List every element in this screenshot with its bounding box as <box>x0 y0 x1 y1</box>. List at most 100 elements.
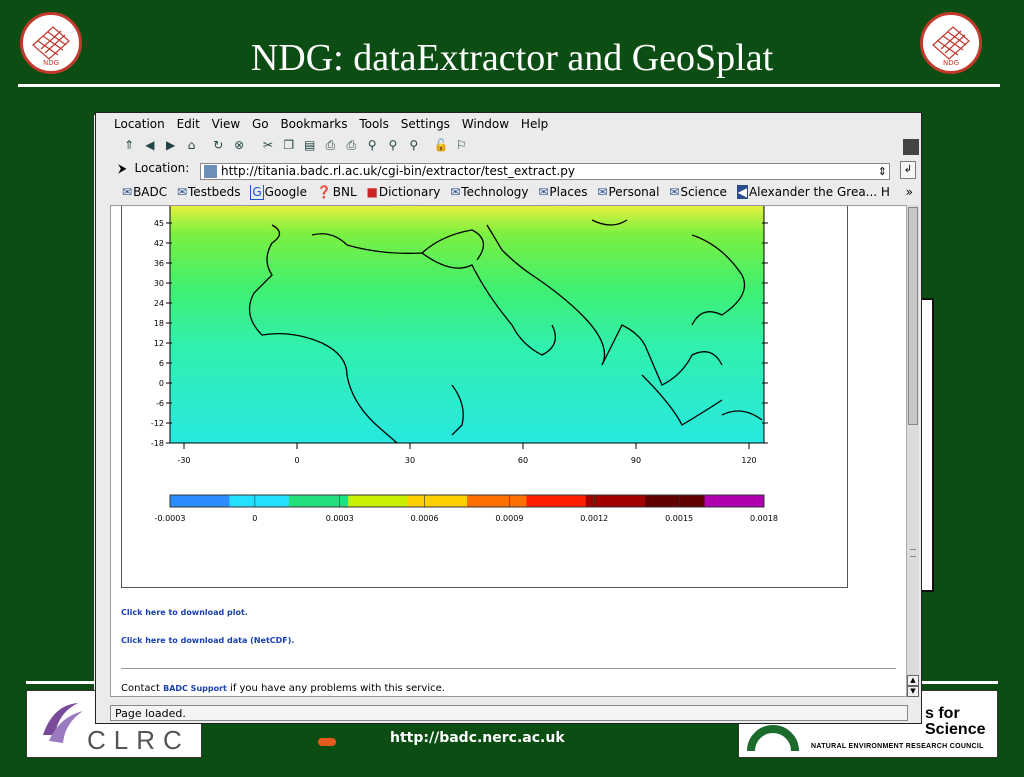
lon-tick-label: -30 <box>177 456 190 465</box>
colorbar-label: 0.0006 <box>411 514 439 523</box>
lon-tick-label: 0 <box>294 456 299 465</box>
bookmark-badc[interactable]: ✉BADC <box>122 185 167 199</box>
lat-tick-label: 36 <box>154 259 164 268</box>
lat-tick-label: 24 <box>154 299 164 308</box>
colorbar-segment <box>645 495 706 507</box>
colorbar-segment <box>348 495 409 507</box>
plot-frame: 45 42 36 30 24 18 12 6 0 -6 -12 -18 -30 0 30 60 90 120 -… <box>121 206 848 588</box>
up-icon[interactable]: ⇑ <box>122 138 136 152</box>
slide-title: NDG: dataExtractor and GeoSplat <box>250 37 774 79</box>
page-icon <box>204 165 217 178</box>
colorbar-segment <box>229 495 290 507</box>
download-data-link[interactable]: Click here to download data (NetCDF). <box>121 636 294 645</box>
footer-url: http://badc.nerc.ac.uk <box>390 730 565 746</box>
nerc-logo-arc-icon <box>747 725 799 751</box>
forward-icon[interactable]: ▶ <box>164 138 178 152</box>
lat-tick-label: 45 <box>154 219 164 228</box>
menu-bookmarks[interactable]: Bookmarks <box>280 117 347 131</box>
back-icon[interactable]: ◀ <box>143 138 157 152</box>
zoom-out-icon[interactable]: ⚲ <box>407 138 421 152</box>
cut-icon[interactable]: ✂ <box>261 138 275 152</box>
status-text: Page loaded. <box>115 707 186 720</box>
page-content: 45 42 36 30 24 18 12 6 0 -6 -12 -18 -30 0 30 60 90 120 -… <box>110 205 908 697</box>
colorbar-label: 0 <box>252 514 257 523</box>
scroll-down-button[interactable]: ▼ <box>907 686 919 697</box>
location-bar: ⮞ Location: http://titania.badc.rl.ac.uk… <box>118 161 921 183</box>
lat-tick-label: 30 <box>154 279 164 288</box>
background-window <box>920 298 934 592</box>
scroll-grip-icon <box>910 549 916 557</box>
lat-tick-label: -18 <box>151 439 164 448</box>
colorbar-segment <box>526 495 587 507</box>
bookmark-science[interactable]: ✉Science <box>669 185 727 199</box>
location-toggle-icon[interactable]: ⮞ <box>118 161 127 175</box>
scrollbar-thumb[interactable] <box>908 207 918 425</box>
colorbar-label: -0.0003 <box>155 514 186 523</box>
bookmark-technology[interactable]: ✉Technology <box>450 185 528 199</box>
colorbar-segment <box>585 495 646 507</box>
menu-help[interactable]: Help <box>521 117 548 131</box>
url-text: http://titania.badc.rl.ac.uk/cgi-bin/ext… <box>221 164 575 178</box>
browser-window: Location Edit View Go Bookmarks Tools Se… <box>95 112 922 724</box>
menu-view[interactable]: View <box>212 117 240 131</box>
find-icon[interactable]: ⚐ <box>454 138 468 152</box>
bookmark-testbeds[interactable]: ✉Testbeds <box>177 185 241 199</box>
colorbar-label: 0.0009 <box>495 514 523 523</box>
lat-tick-label: 0 <box>159 379 164 388</box>
menu-bar: Location Edit View Go Bookmarks Tools Se… <box>114 117 921 135</box>
reload-icon[interactable]: ↻ <box>211 138 225 152</box>
nerc-line2: Science <box>925 721 986 738</box>
contact-suffix: if you have any problems with this servi… <box>226 683 445 694</box>
bookmark-bnl[interactable]: ❓BNL <box>317 185 357 199</box>
colorbar-label: 0.0015 <box>665 514 693 523</box>
colorbar-label: 0.0018 <box>750 514 778 523</box>
print-frame-icon[interactable]: ⎙ <box>344 138 358 152</box>
copy-icon[interactable]: ❐ <box>282 138 296 152</box>
bookmark-alexander[interactable]: ◀ Alexander the Grea... H <box>736 185 890 199</box>
scroll-up-button[interactable]: ▲ <box>907 675 919 686</box>
colorbar-segment <box>170 495 230 507</box>
url-input[interactable]: http://titania.badc.rl.ac.uk/cgi-bin/ext… <box>200 163 890 180</box>
menu-go[interactable]: Go <box>252 117 269 131</box>
bookmarks-more-icon[interactable]: » <box>906 185 913 199</box>
clear-location-icon[interactable]: ↲ <box>900 161 916 179</box>
colorbar-segment <box>704 495 765 507</box>
contact-line: Contact BADC Support if you have any pro… <box>121 683 445 694</box>
zoom-in-icon[interactable]: ⚲ <box>386 138 400 152</box>
bookmark-dictionary[interactable]: ■Dictionary <box>367 185 441 199</box>
lon-tick-label: 90 <box>631 456 641 465</box>
stop-icon[interactable]: ⊗ <box>232 138 246 152</box>
menu-edit[interactable]: Edit <box>177 117 200 131</box>
bookmark-google[interactable]: G Google <box>250 185 307 200</box>
lon-tick-label: 60 <box>518 456 528 465</box>
menu-window[interactable]: Window <box>462 117 509 131</box>
clrc-logo-text: CLRC <box>87 725 190 755</box>
lon-tick-label: 30 <box>405 456 415 465</box>
bookmark-places[interactable]: ✉Places <box>538 185 587 199</box>
lon-tick-label: 120 <box>741 456 756 465</box>
home-icon[interactable]: ⌂ <box>184 138 198 152</box>
security-icon[interactable]: 🔓 <box>434 138 449 152</box>
menu-settings[interactable]: Settings <box>401 117 450 131</box>
zoom-fit-icon[interactable]: ⚲ <box>365 138 379 152</box>
colorbar: -0.0003 0 0.0003 0.0006 0.0009 0.0012 0.0015 0.… <box>155 494 778 523</box>
menu-tools[interactable]: Tools <box>359 117 389 131</box>
bookmark-personal[interactable]: ✉Personal <box>597 185 659 199</box>
content-divider <box>121 668 896 669</box>
download-plot-link[interactable]: Click here to download plot. <box>121 608 248 617</box>
title-rule <box>18 84 1000 87</box>
footer-small-icon <box>318 738 336 746</box>
print-icon[interactable]: ⎙ <box>323 138 337 152</box>
main-toolbar: ⇑ ◀ ▶ ⌂ ↻ ⊗ ✂ ❐ ▤ ⎙ ⎙ ⚲ ⚲ ⚲ 🔓 ⚐ <box>122 137 921 157</box>
colorbar-segment <box>407 495 468 507</box>
lat-tick-label: 12 <box>154 339 164 348</box>
colorbar-label: 0.0012 <box>580 514 608 523</box>
colorbar-segment <box>467 495 527 507</box>
badc-support-link[interactable]: BADC Support <box>163 684 227 693</box>
paste-icon[interactable]: ▤ <box>303 138 317 152</box>
url-dropdown-icon[interactable]: ⇕ <box>878 164 887 179</box>
vertical-scrollbar[interactable]: ▲ ▼ <box>906 205 919 697</box>
colorbar-label: 0.0003 <box>326 514 354 523</box>
lat-tick-label: -12 <box>151 419 164 428</box>
menu-location[interactable]: Location <box>114 117 165 131</box>
